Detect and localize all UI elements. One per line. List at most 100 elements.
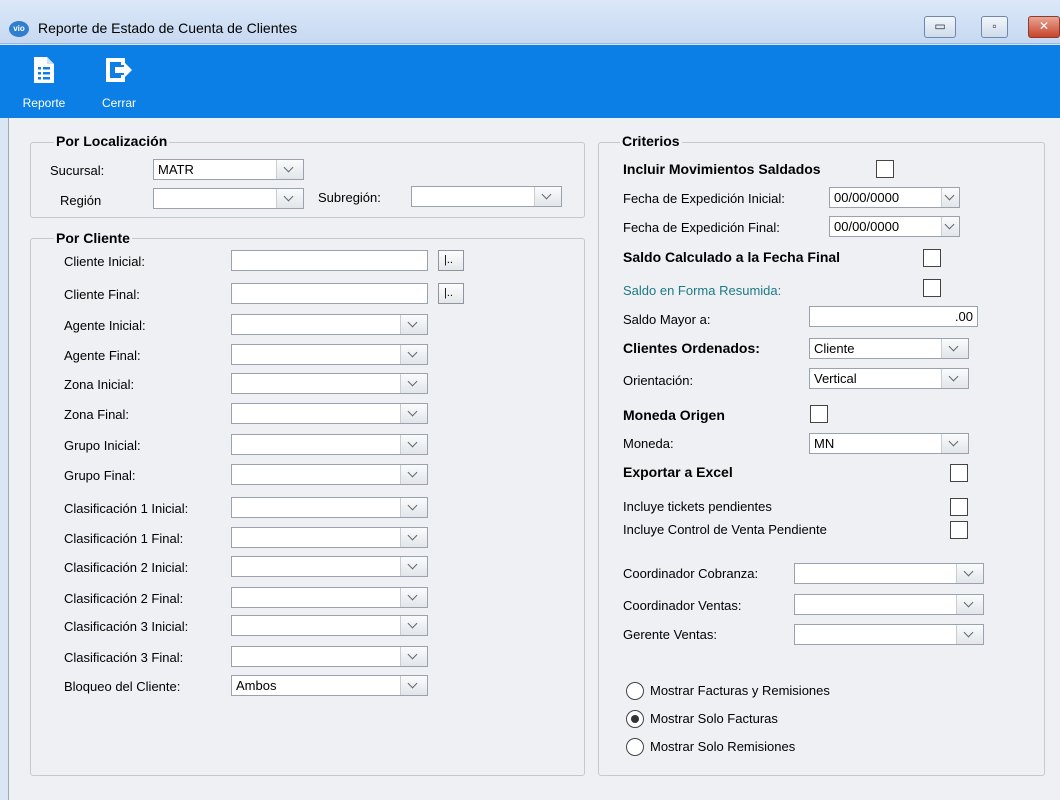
- chevron-down-icon[interactable]: [400, 435, 427, 454]
- chevron-down-icon[interactable]: [956, 564, 983, 583]
- cliente-row-label: Clasificación 1 Inicial:: [64, 501, 189, 516]
- title-bar[interactable]: vio Reporte de Estado de Cuenta de Clien…: [0, 0, 1060, 44]
- cliente-row-input[interactable]: [231, 283, 428, 304]
- toolbar: Reporte Cerrar: [0, 45, 1060, 118]
- chevron-down-icon[interactable]: [941, 217, 959, 236]
- saldo-calculado-checkbox[interactable]: [923, 249, 941, 267]
- chevron-down-icon[interactable]: [400, 404, 427, 423]
- mostrar-facturas-remisiones-label[interactable]: Mostrar Facturas y Remisiones: [650, 683, 830, 698]
- chevron-down-icon[interactable]: [941, 434, 968, 453]
- cliente-row-label: Clasificación 1 Final:: [64, 531, 184, 546]
- chevron-down-icon[interactable]: [956, 595, 983, 614]
- mostrar-solo-facturas-radio[interactable]: [626, 710, 644, 728]
- cliente-row-label: Clasificación 2 Inicial:: [64, 560, 189, 575]
- moneda-origen-label: Moneda Origen: [623, 407, 725, 423]
- chevron-down-icon[interactable]: [400, 676, 427, 695]
- chevron-down-icon[interactable]: [276, 160, 303, 179]
- cliente-row-label: Agente Final:: [64, 348, 141, 363]
- cliente-row-select[interactable]: [231, 527, 428, 548]
- cliente-row-label: Cliente Final:: [64, 287, 140, 302]
- region-select[interactable]: [153, 188, 304, 209]
- cliente-row-select[interactable]: [231, 314, 428, 335]
- exit-icon: [106, 58, 132, 82]
- minimize-button[interactable]: ▭: [924, 16, 956, 38]
- chevron-down-icon[interactable]: [400, 315, 427, 334]
- clientes-ordenados-label: Clientes Ordenados:: [623, 340, 760, 356]
- cliente-row-label: Grupo Inicial:: [64, 438, 141, 453]
- chevron-down-icon[interactable]: [941, 188, 959, 207]
- clientes-ordenados-select[interactable]: Cliente: [809, 338, 969, 359]
- cliente-row-select[interactable]: [231, 556, 428, 577]
- localizacion-title: Por Localización: [54, 133, 170, 149]
- moneda-origen-checkbox[interactable]: [810, 405, 828, 423]
- cliente-row-select[interactable]: [231, 497, 428, 518]
- mostrar-solo-remisiones-radio[interactable]: [626, 738, 644, 756]
- moneda-value: MN: [814, 436, 835, 451]
- chevron-down-icon[interactable]: [400, 345, 427, 364]
- fecha-inicial-picker[interactable]: 00/00/0000: [829, 187, 960, 208]
- cliente-row-select[interactable]: [231, 344, 428, 365]
- sucursal-select[interactable]: MATR: [153, 159, 304, 180]
- fecha-final-value: 00/00/0000: [834, 219, 900, 234]
- orientacion-select[interactable]: Vertical: [809, 368, 969, 389]
- chevron-down-icon[interactable]: [400, 616, 427, 635]
- clientes-ordenados-value: Cliente: [814, 341, 855, 356]
- chevron-down-icon[interactable]: [400, 528, 427, 547]
- cliente-row-select[interactable]: [231, 373, 428, 394]
- subregion-select[interactable]: [411, 186, 562, 207]
- cliente-row-select[interactable]: [231, 464, 428, 485]
- chevron-down-icon[interactable]: [534, 187, 561, 206]
- maximize-button[interactable]: ▫: [981, 16, 1008, 38]
- lookup-button[interactable]: |..: [438, 283, 464, 304]
- cliente-row-select[interactable]: [231, 615, 428, 636]
- incluir-mov-saldados-checkbox[interactable]: [876, 160, 894, 178]
- coord-ventas-select[interactable]: [794, 594, 984, 615]
- cliente-row-label: Cliente Inicial:: [64, 254, 145, 269]
- chevron-down-icon[interactable]: [276, 189, 303, 208]
- lookup-button[interactable]: |..: [438, 250, 464, 271]
- mostrar-solo-facturas-label[interactable]: Mostrar Solo Facturas: [650, 711, 778, 726]
- chevron-down-icon[interactable]: [400, 557, 427, 576]
- close-button[interactable]: ✕: [1028, 16, 1060, 38]
- cliente-row-select[interactable]: Ambos: [231, 675, 428, 696]
- control-venta-label: Incluye Control de Venta Pendiente: [623, 522, 827, 537]
- chevron-down-icon[interactable]: [400, 498, 427, 517]
- cliente-row-value: Ambos: [236, 678, 277, 693]
- exportar-excel-checkbox[interactable]: [950, 464, 968, 482]
- gerente-ventas-select[interactable]: [794, 624, 984, 645]
- reporte-button[interactable]: Reporte: [14, 50, 74, 114]
- chevron-down-icon[interactable]: [956, 625, 983, 644]
- saldo-mayor-value: .00: [954, 309, 973, 324]
- cliente-row-label: Zona Final:: [64, 407, 130, 422]
- fecha-final-picker[interactable]: 00/00/0000: [829, 216, 960, 237]
- chevron-down-icon[interactable]: [941, 339, 968, 358]
- chevron-down-icon[interactable]: [941, 369, 968, 388]
- cliente-row-label: Agente Inicial:: [64, 318, 146, 333]
- cliente-row-select[interactable]: [231, 587, 428, 608]
- coord-cobranza-select[interactable]: [794, 563, 984, 584]
- control-venta-checkbox[interactable]: [950, 521, 968, 539]
- tickets-pendientes-checkbox[interactable]: [950, 498, 968, 516]
- cerrar-button[interactable]: Cerrar: [89, 50, 149, 114]
- moneda-label: Moneda:: [623, 436, 674, 451]
- chevron-down-icon[interactable]: [400, 374, 427, 393]
- chevron-down-icon[interactable]: [400, 465, 427, 484]
- mostrar-facturas-remisiones-radio[interactable]: [626, 682, 644, 700]
- report-window: vio Reporte de Estado de Cuenta de Clien…: [0, 0, 1060, 800]
- cliente-row-input[interactable]: [231, 250, 428, 271]
- cliente-row-select[interactable]: [231, 434, 428, 455]
- cliente-row-label: Bloqueo del Cliente:: [64, 679, 181, 694]
- chevron-down-icon[interactable]: [400, 588, 427, 607]
- saldo-resumida-checkbox[interactable]: [923, 279, 941, 297]
- tickets-pendientes-label: Incluye tickets pendientes: [623, 499, 772, 514]
- cliente-row-select[interactable]: [231, 403, 428, 424]
- moneda-select[interactable]: MN: [809, 433, 969, 454]
- coord-ventas-label: Coordinador Ventas:: [623, 598, 742, 613]
- mostrar-solo-remisiones-label[interactable]: Mostrar Solo Remisiones: [650, 739, 795, 754]
- saldo-mayor-input[interactable]: .00: [809, 306, 978, 327]
- cliente-row-label: Clasificación 2 Final:: [64, 591, 184, 606]
- chevron-down-icon[interactable]: [400, 647, 427, 666]
- fecha-inicial-label: Fecha de Expedición Inicial:: [623, 191, 785, 206]
- cliente-row-select[interactable]: [231, 646, 428, 667]
- fecha-final-label: Fecha de Expedición Final:: [623, 220, 780, 235]
